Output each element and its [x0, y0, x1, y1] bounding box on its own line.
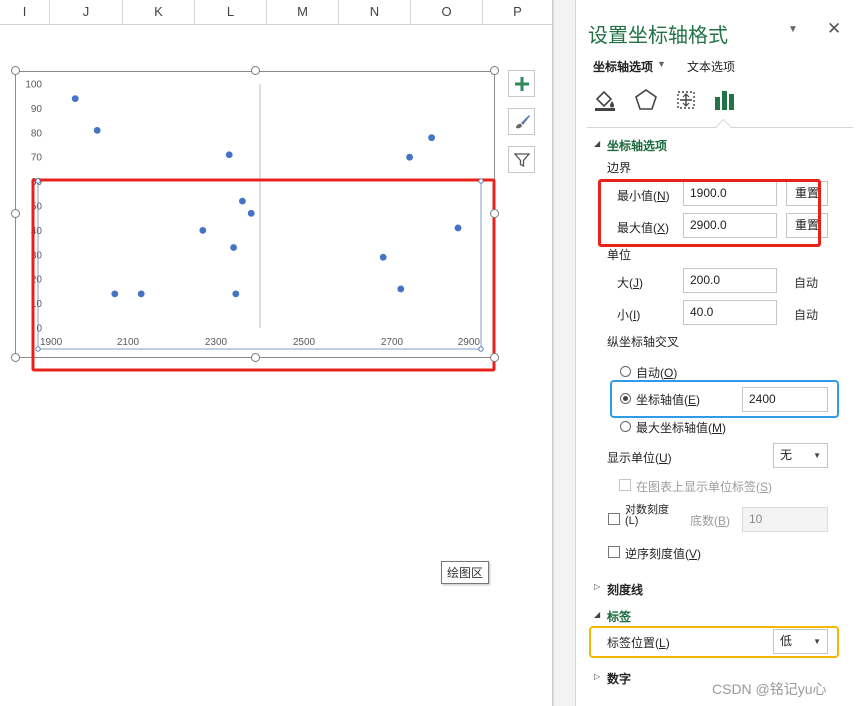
section-tick-marks[interactable]: 刻度线: [607, 581, 643, 598]
cross-max-radio[interactable]: [620, 421, 631, 432]
major-unit-label: 大(J): [617, 276, 643, 290]
plus-icon: [514, 76, 529, 91]
y-tick-label: 100: [25, 80, 42, 91]
size-properties-icon[interactable]: [673, 87, 699, 113]
resize-handle-bc[interactable]: [251, 353, 260, 362]
y-tick-label: 0: [36, 324, 42, 335]
plot-area-handle[interactable]: [478, 178, 484, 184]
cross-max-label[interactable]: 最大坐标轴值(M): [636, 419, 726, 436]
data-point[interactable]: [454, 224, 462, 232]
display-units-select[interactable]: 无 ▼: [773, 443, 828, 468]
x-tick-label: 2100: [117, 337, 140, 348]
brush-icon: [515, 114, 530, 128]
units-label: 单位: [607, 248, 632, 262]
log-scale-label: 对数刻度 (L): [625, 504, 669, 527]
vertical-axis-crosses-label: 纵坐标轴交叉: [607, 335, 680, 349]
tab-axis-options[interactable]: 坐标轴选项: [593, 58, 653, 75]
base-label: 底数(B): [690, 514, 731, 528]
fill-line-icon[interactable]: [592, 87, 618, 113]
chart-styles-button[interactable]: [508, 108, 535, 135]
data-point[interactable]: [406, 153, 413, 161]
red-highlight-plot: [31, 178, 496, 372]
red-highlight-bounds: [598, 179, 821, 247]
resize-handle-tl[interactable]: [11, 66, 20, 75]
expand-triangle-icon[interactable]: ▷: [594, 672, 600, 681]
section-labels[interactable]: 标签: [607, 608, 631, 625]
data-point[interactable]: [230, 244, 238, 251]
minor-unit-auto: 自动: [794, 308, 819, 322]
x-tick-label: 2500: [293, 337, 316, 348]
cross-auto-radio[interactable]: [620, 366, 631, 377]
chart-elements-button[interactable]: [508, 70, 535, 97]
resize-handle-ml[interactable]: [11, 209, 20, 218]
show-units-checkbox[interactable]: [619, 479, 631, 491]
tab-text-options[interactable]: 文本选项: [687, 58, 735, 75]
minor-unit-label: 小(I): [617, 308, 641, 322]
data-point[interactable]: [232, 290, 240, 298]
tab-axis-dropdown-icon[interactable]: ▼: [657, 59, 666, 69]
expand-triangle-icon[interactable]: ▷: [594, 582, 600, 591]
show-units-label: 在图表上显示单位标签(S): [636, 480, 773, 494]
pane-options-chevron-icon[interactable]: ▼: [788, 24, 798, 35]
watermark: CSDN @铭记yu心: [712, 681, 827, 697]
effects-icon[interactable]: [633, 87, 659, 113]
filter-icon: [513, 152, 530, 167]
display-units-label: 显示单位(U): [607, 451, 672, 465]
y-tick-label: 90: [31, 104, 43, 115]
y-tick-label: 80: [31, 128, 43, 139]
section-number[interactable]: 数字: [607, 670, 631, 687]
reverse-order-checkbox[interactable]: [608, 546, 620, 558]
collapse-triangle-icon[interactable]: ◢: [594, 610, 600, 619]
data-point[interactable]: [137, 290, 145, 298]
data-point[interactable]: [111, 290, 119, 298]
vertical-scrollbar[interactable]: [553, 0, 576, 706]
data-point[interactable]: [71, 95, 79, 103]
pane-title: 设置坐标轴格式: [588, 25, 728, 47]
major-unit-input[interactable]: 200.0: [683, 268, 777, 293]
chevron-down-icon: ▼: [813, 451, 821, 460]
plot-area-handle[interactable]: [478, 346, 484, 352]
x-tick-label: 2300: [205, 337, 228, 348]
yellow-highlight-label-pos: [589, 626, 839, 658]
close-icon[interactable]: ✕: [827, 19, 841, 39]
x-tick-label: 2900: [458, 337, 481, 348]
data-point[interactable]: [93, 126, 101, 134]
data-point[interactable]: [239, 197, 246, 205]
data-point[interactable]: [199, 227, 207, 234]
x-tick-label: 2700: [381, 337, 404, 348]
data-point[interactable]: [225, 151, 233, 159]
resize-handle-bl[interactable]: [11, 353, 20, 362]
x-tick-label: 1900: [40, 337, 63, 348]
axis-options-icon[interactable]: [712, 87, 738, 113]
major-unit-auto: 自动: [794, 276, 819, 290]
x-axis-labels: 1900 2100 2300 2500 2700 2900: [40, 337, 480, 348]
data-point[interactable]: [428, 134, 435, 142]
plot-area-handle[interactable]: [35, 178, 41, 184]
collapse-triangle-icon[interactable]: ◢: [594, 139, 600, 148]
plot-area-handle[interactable]: [35, 346, 41, 352]
log-scale-checkbox[interactable]: [608, 513, 620, 525]
data-points: [71, 95, 462, 298]
blue-highlight-cross: [610, 380, 839, 418]
resize-handle-mr[interactable]: [490, 209, 499, 218]
data-point[interactable]: [397, 285, 405, 293]
y-tick-label: 70: [31, 153, 43, 164]
scatter-plot[interactable]: 0102030405060708090100 19002100230025002…: [0, 0, 555, 706]
resize-handle-tc[interactable]: [251, 66, 260, 75]
plot-area-tooltip: 绘图区: [441, 561, 490, 584]
minor-unit-input[interactable]: 40.0: [683, 300, 777, 325]
reverse-order-label: 逆序刻度值(V): [625, 547, 702, 561]
resize-handle-br[interactable]: [490, 353, 499, 362]
data-point[interactable]: [379, 253, 387, 261]
resize-handle-tr[interactable]: [490, 66, 499, 75]
bounds-label: 边界: [607, 161, 632, 175]
log-base-input[interactable]: 10: [742, 507, 828, 532]
data-point[interactable]: [247, 209, 255, 217]
section-axis-options[interactable]: 坐标轴选项: [607, 137, 667, 154]
chart-filters-button[interactable]: [508, 146, 535, 173]
cross-auto-label[interactable]: 自动(O): [636, 364, 677, 381]
